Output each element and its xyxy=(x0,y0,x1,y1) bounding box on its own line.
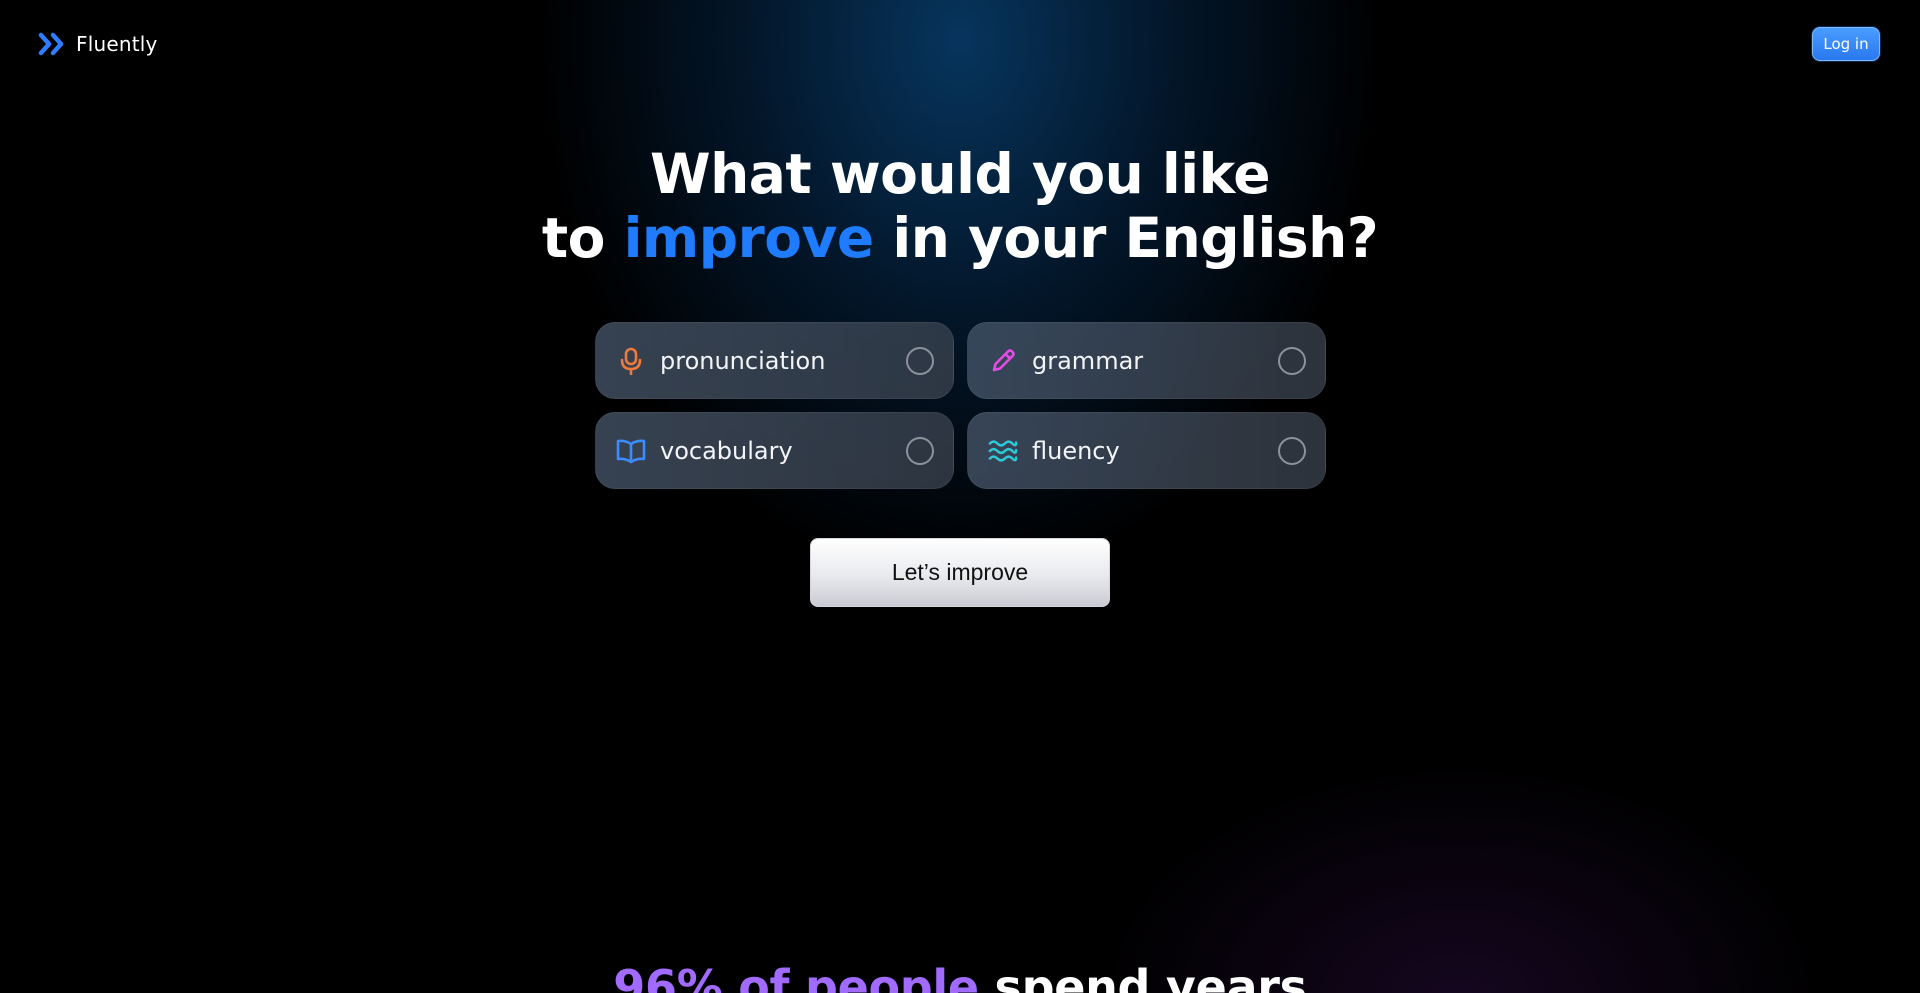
option-grammar[interactable]: grammar xyxy=(967,322,1326,399)
option-vocabulary[interactable]: vocabulary xyxy=(595,412,954,489)
brand-name: Fluently xyxy=(76,32,158,56)
login-button[interactable]: Log in xyxy=(1812,27,1880,61)
option-label: grammar xyxy=(1032,346,1144,375)
option-label: pronunciation xyxy=(660,346,826,375)
stats-rest: spend years xyxy=(978,960,1307,993)
stats-heading: 96% of people spend years xyxy=(0,960,1920,993)
option-label: fluency xyxy=(1032,436,1120,465)
double-chevron-right-icon xyxy=(38,32,64,56)
option-radio[interactable] xyxy=(1278,346,1306,375)
pencil-icon xyxy=(988,346,1018,376)
lets-improve-button[interactable]: Let’s improve xyxy=(810,538,1110,607)
waves-icon xyxy=(988,436,1018,466)
microphone-icon xyxy=(616,346,646,376)
option-radio[interactable] xyxy=(1278,436,1306,465)
title-line-2: to improve in your English? xyxy=(0,206,1920,270)
option-radio[interactable] xyxy=(906,346,934,375)
option-radio[interactable] xyxy=(906,436,934,465)
page-title: What would you like to improve in your E… xyxy=(0,142,1920,270)
title-line-1: What would you like xyxy=(649,142,1271,206)
option-label: vocabulary xyxy=(660,436,793,465)
option-pronunciation[interactable]: pronunciation xyxy=(595,322,954,399)
option-fluency[interactable]: fluency xyxy=(967,412,1326,489)
landing-page: Fluently Log in What would you like to i… xyxy=(0,0,1920,993)
stats-accent: 96% of people xyxy=(613,960,979,993)
brand-logo[interactable]: Fluently xyxy=(38,29,158,59)
title-accent-word: improve xyxy=(623,206,875,270)
title-suffix: in your English? xyxy=(873,206,1379,270)
top-bar: Fluently Log in xyxy=(0,0,1920,88)
open-book-icon xyxy=(616,436,646,466)
title-prefix: to xyxy=(541,206,624,270)
improvement-options: pronunciation grammar vocabulary fluency xyxy=(595,322,1326,489)
